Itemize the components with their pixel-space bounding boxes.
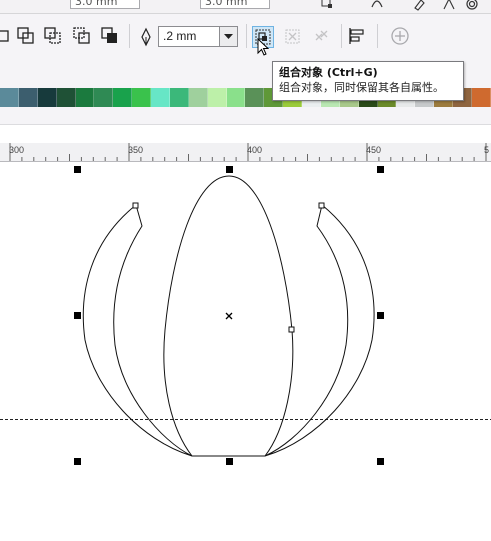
color-swatch[interactable]	[37, 88, 57, 107]
color-swatch[interactable]	[0, 88, 19, 107]
toolbar-separator	[377, 24, 378, 48]
tooltip: 组合对象 (Ctrl+G) 组合对象，同时保留其各自属性。	[272, 61, 464, 101]
ruler-label: 450	[366, 145, 382, 155]
selection-handle[interactable]	[74, 458, 81, 465]
tooltip-title: 组合对象 (Ctrl+G)	[279, 66, 378, 79]
add-button[interactable]	[390, 26, 410, 46]
selection-handle[interactable]	[377, 166, 384, 173]
align-distribute-icon	[349, 28, 364, 44]
plus-circle-icon	[391, 27, 409, 45]
node-edit-icon[interactable]	[320, 0, 334, 10]
toolbar-separator	[246, 24, 247, 48]
color-swatch[interactable]	[207, 88, 227, 107]
top-toolbar: 3.0 mm 3.0 mm	[0, 0, 491, 14]
simplify-button[interactable]	[16, 26, 36, 46]
dimension-field-1[interactable]: 3.0 mm	[70, 0, 140, 9]
intersect-button[interactable]	[0, 27, 12, 47]
selection-handle[interactable]	[377, 312, 384, 319]
fill-tool-icon[interactable]	[442, 0, 456, 10]
dropdown-arrow-icon[interactable]	[219, 27, 237, 46]
selection-handle[interactable]	[226, 458, 233, 465]
selection-handle[interactable]	[377, 458, 384, 465]
ruler-label: 350	[128, 145, 144, 155]
color-swatch[interactable]	[18, 88, 38, 107]
palette-border	[0, 107, 491, 125]
align-distribute-button[interactable]	[347, 26, 367, 46]
ungroup-icon	[285, 29, 300, 44]
ungroup-button[interactable]	[283, 27, 303, 47]
selection-handle[interactable]	[74, 312, 81, 319]
pen-tool-icon[interactable]	[412, 0, 426, 11]
workspace-gap	[0, 125, 491, 143]
arc-tool-icon[interactable]	[370, 0, 384, 10]
ruler-ticks	[9, 143, 487, 161]
color-swatch[interactable]	[56, 88, 76, 107]
ruler-label: 300	[9, 145, 25, 155]
spiral-tool-icon[interactable]	[465, 0, 479, 10]
color-swatch[interactable]	[75, 88, 95, 107]
boundary-button[interactable]	[100, 26, 120, 46]
color-swatch[interactable]	[188, 88, 208, 107]
ruler-label: 5	[484, 145, 490, 155]
color-swatch[interactable]	[151, 88, 170, 107]
selection-handle[interactable]	[226, 166, 233, 173]
front-minus-back-button[interactable]	[43, 26, 63, 46]
ruler-label: 400	[247, 145, 263, 155]
color-swatch[interactable]	[245, 88, 265, 107]
outline-width-value: .2 mm	[163, 29, 197, 43]
color-swatch[interactable]	[113, 88, 133, 107]
color-swatch[interactable]	[471, 88, 491, 107]
horizontal-ruler[interactable]: 300 350 400 450 5	[0, 143, 491, 162]
cursor-arrow-icon	[257, 37, 271, 62]
toolbar-separator	[129, 24, 130, 48]
tooltip-description: 组合对象，同时保留其各自属性。	[279, 81, 444, 94]
back-minus-front-button[interactable]	[72, 26, 92, 46]
color-swatch[interactable]	[94, 88, 114, 107]
left-petal-shape[interactable]	[82, 204, 193, 457]
node-handle[interactable]	[318, 202, 325, 209]
right-petal-shape[interactable]	[264, 204, 375, 457]
center-marker-icon[interactable]	[225, 312, 233, 320]
color-swatch[interactable]	[226, 88, 246, 107]
color-swatch[interactable]	[132, 88, 151, 107]
selection-handle[interactable]	[74, 166, 81, 173]
dimension-field-2[interactable]: 3.0 mm	[200, 0, 270, 9]
pen-nib-icon	[136, 27, 156, 47]
drawing-canvas[interactable]	[0, 162, 491, 541]
node-handle[interactable]	[132, 202, 139, 209]
ungroup-all-icon	[315, 30, 328, 41]
node-handle[interactable]	[288, 326, 295, 333]
toolbar-separator	[341, 24, 342, 48]
color-swatch[interactable]	[169, 88, 189, 107]
outline-width-dropdown[interactable]: .2 mm	[158, 26, 238, 47]
ungroup-all-button[interactable]	[311, 27, 331, 47]
